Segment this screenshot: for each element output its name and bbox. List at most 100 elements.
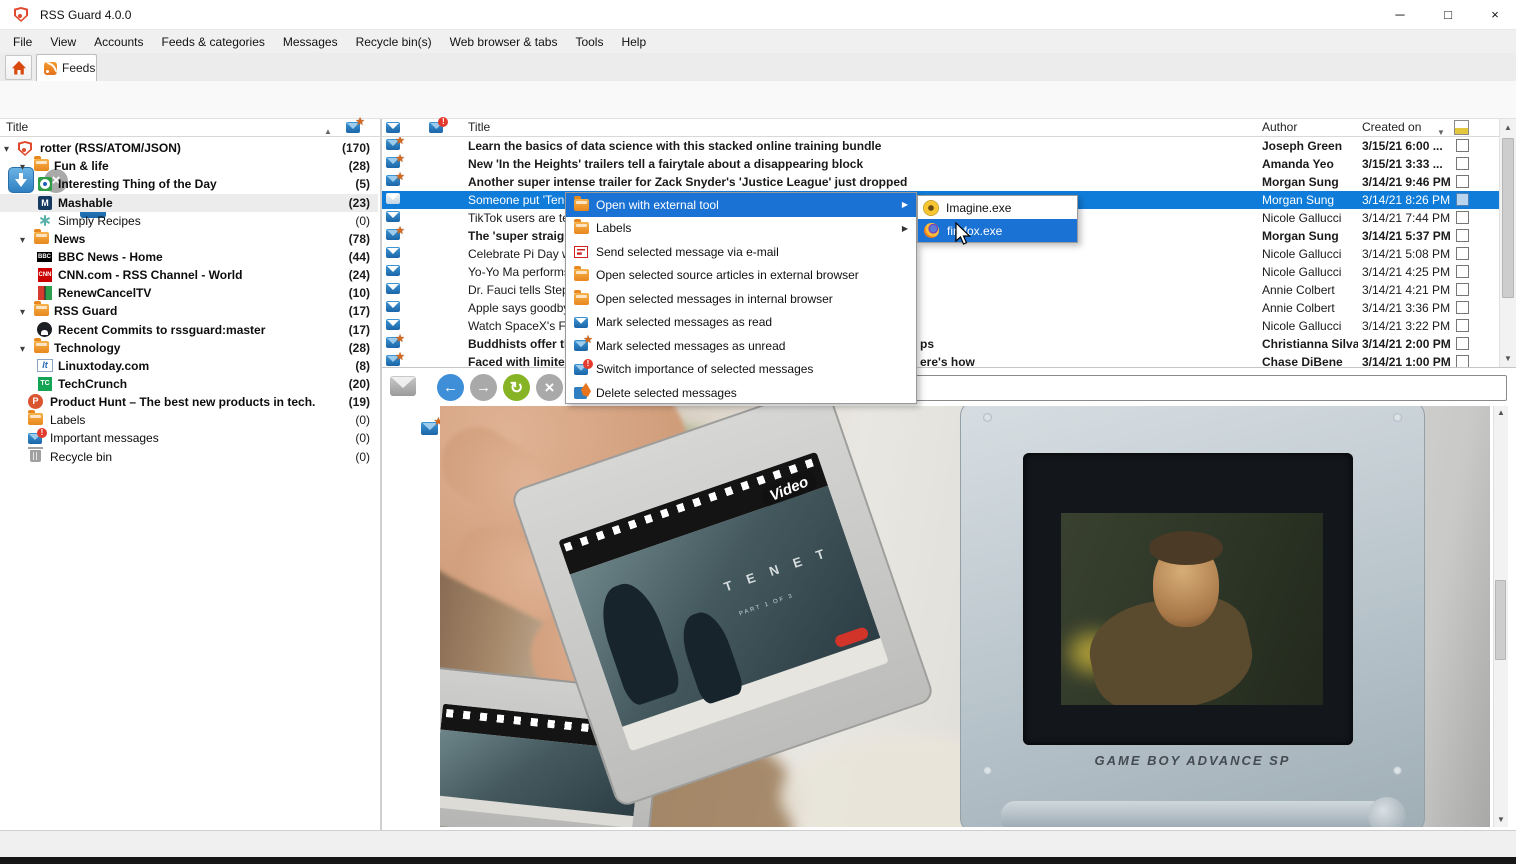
read-column-header-icon[interactable] bbox=[386, 122, 400, 133]
feed-item-fun-life[interactable]: Fun & life (28) bbox=[0, 157, 378, 175]
message-row[interactable]: New 'In the Heights' trailers tell a fai… bbox=[382, 155, 1499, 173]
label-color-cell[interactable] bbox=[1456, 355, 1469, 367]
read-envelope-icon bbox=[386, 193, 400, 204]
feed-item-interesting-thing[interactable]: Interesting Thing of the Day (5) bbox=[0, 175, 378, 193]
expand-arrow[interactable] bbox=[20, 157, 25, 177]
importance-column-header-icon[interactable] bbox=[429, 122, 443, 133]
label-color-cell[interactable] bbox=[1456, 337, 1469, 350]
scrollbar-thumb[interactable] bbox=[1495, 580, 1506, 660]
submenu-item-firefox[interactable]: firefox.exe bbox=[918, 219, 1077, 242]
feed-item-important-messages[interactable]: Important messages (0) bbox=[0, 429, 378, 447]
menu-messages[interactable]: Messages bbox=[274, 35, 347, 49]
message-list-scrollbar[interactable]: ▲ ▼ bbox=[1499, 119, 1516, 367]
menu-item-open-external-browser[interactable]: Open selected source articles in externa… bbox=[566, 264, 916, 288]
expand-arrow[interactable] bbox=[20, 302, 25, 322]
unread-star-icon bbox=[386, 229, 400, 240]
message-row[interactable]: Faced with limite ere's how Chase DiBene… bbox=[382, 353, 1499, 367]
scroll-down-arrow[interactable]: ▼ bbox=[1500, 350, 1516, 367]
menu-feeds-categories[interactable]: Feeds & categories bbox=[153, 35, 274, 49]
label-color-cell[interactable] bbox=[1456, 229, 1469, 242]
expand-arrow[interactable] bbox=[4, 139, 9, 159]
message-row[interactable]: Celebrate Pi Day wit Nicole Gallucci 3/1… bbox=[382, 245, 1499, 263]
menu-tools[interactable]: Tools bbox=[566, 35, 612, 49]
art-movie-frame bbox=[1061, 513, 1323, 705]
feed-item-simply-recipes[interactable]: Simply Recipes (0) bbox=[0, 212, 378, 230]
message-row[interactable]: Apple says goodbye Annie Colbert 3/14/21… bbox=[382, 299, 1499, 317]
feed-header-unread-icon[interactable] bbox=[346, 122, 360, 133]
feed-item-bbc-news[interactable]: BBC News - Home (44) bbox=[0, 248, 378, 266]
close-button[interactable]: × bbox=[1478, 4, 1512, 26]
tab-feeds[interactable]: Feeds bbox=[36, 54, 97, 81]
feed-item-technology-folder[interactable]: Technology (28) bbox=[0, 339, 378, 357]
feed-item-recent-commits[interactable]: Recent Commits to rssguard:master (17) bbox=[0, 321, 378, 339]
label-color-cell[interactable] bbox=[1456, 193, 1469, 206]
scrollbar-thumb[interactable] bbox=[1502, 138, 1514, 298]
label-color-cell[interactable] bbox=[1456, 175, 1469, 188]
label-color-cell[interactable] bbox=[1456, 283, 1469, 296]
browser-forward-button[interactable] bbox=[470, 374, 497, 401]
preview-scrollbar[interactable]: ▲ ▼ bbox=[1493, 406, 1508, 827]
expand-arrow[interactable] bbox=[20, 230, 25, 250]
label-color-cell[interactable] bbox=[1456, 265, 1469, 278]
menu-recycle-bins[interactable]: Recycle bin(s) bbox=[347, 35, 441, 49]
feed-item-renewcanceltv[interactable]: RenewCancelTV (10) bbox=[0, 284, 378, 302]
feed-item-labels[interactable]: Labels (0) bbox=[0, 411, 378, 429]
browser-back-button[interactable] bbox=[437, 374, 464, 401]
menu-web-browser-tabs[interactable]: Web browser & tabs bbox=[441, 35, 567, 49]
message-row[interactable]: Learn the basics of data science with th… bbox=[382, 137, 1499, 155]
home-tab-button[interactable] bbox=[5, 55, 32, 80]
rssguard-account-icon bbox=[18, 141, 32, 156]
feed-item-recycle-bin[interactable]: Recycle bin (0) bbox=[0, 448, 378, 466]
label-color-cell[interactable] bbox=[1456, 139, 1469, 152]
menu-item-mark-read[interactable]: Mark selected messages as read bbox=[566, 311, 916, 335]
submenu-item-imagine[interactable]: Imagine.exe bbox=[918, 196, 1077, 219]
author-column-header[interactable]: Author bbox=[1262, 120, 1297, 134]
label-color-cell[interactable] bbox=[1456, 211, 1469, 224]
message-list-header[interactable]: Title Author Created on bbox=[382, 119, 1499, 137]
feed-item-techcrunch[interactable]: TechCrunch (20) bbox=[0, 375, 378, 393]
scroll-down-arrow[interactable]: ▼ bbox=[1494, 813, 1508, 827]
feed-item-news[interactable]: News (78) bbox=[0, 230, 378, 248]
art-figure bbox=[592, 576, 684, 708]
menu-item-labels[interactable]: Labels bbox=[566, 217, 916, 241]
menu-file[interactable]: File bbox=[4, 35, 41, 49]
menu-accounts[interactable]: Accounts bbox=[85, 35, 152, 49]
feed-item-linuxtoday[interactable]: Linuxtoday.com (8) bbox=[0, 357, 378, 375]
title-column-header[interactable]: Title bbox=[468, 120, 490, 134]
menu-item-delete[interactable]: Delete selected messages bbox=[566, 381, 916, 405]
browser-stop-button[interactable] bbox=[536, 374, 563, 401]
browser-reload-button[interactable] bbox=[503, 374, 530, 401]
preview-star-button[interactable] bbox=[421, 422, 438, 435]
menu-item-send-email[interactable]: Send selected message via e-mail bbox=[566, 240, 916, 264]
label-color-column-header[interactable] bbox=[1454, 120, 1469, 135]
menu-item-open-external-tool[interactable]: Open with external tool bbox=[566, 193, 916, 217]
message-row[interactable]: Yo-Yo Ma performs s Nicole Gallucci 3/14… bbox=[382, 263, 1499, 281]
minimize-button[interactable]: ─ bbox=[1383, 4, 1417, 26]
message-row[interactable]: Buddhists offer th ps Christianna Silva … bbox=[382, 335, 1499, 353]
scroll-up-arrow[interactable]: ▲ bbox=[1500, 119, 1516, 136]
feed-item-rotter[interactable]: rotter (RSS/ATOM/JSON) (170) bbox=[0, 139, 378, 157]
label-color-cell[interactable] bbox=[1456, 157, 1469, 170]
created-column-header[interactable]: Created on bbox=[1362, 120, 1421, 134]
preview-mark-read-button[interactable] bbox=[390, 376, 416, 396]
menu-help[interactable]: Help bbox=[612, 35, 655, 49]
feed-item-cnn[interactable]: CNN.com - RSS Channel - World (24) bbox=[0, 266, 378, 284]
message-row[interactable]: Another super intense trailer for Zack S… bbox=[382, 173, 1499, 191]
message-row[interactable]: Dr. Fauci tells Steph Annie Colbert 3/14… bbox=[382, 281, 1499, 299]
menu-item-mark-unread[interactable]: Mark selected messages as unread bbox=[566, 334, 916, 358]
label-color-cell[interactable] bbox=[1456, 319, 1469, 332]
menu-item-open-internal-browser[interactable]: Open selected messages in internal brows… bbox=[566, 287, 916, 311]
feed-item-rss-guard-folder[interactable]: RSS Guard (17) bbox=[0, 302, 378, 320]
scroll-up-arrow[interactable]: ▲ bbox=[1494, 406, 1508, 420]
feed-list-header[interactable]: Title bbox=[0, 119, 380, 137]
label-color-cell[interactable] bbox=[1456, 247, 1469, 260]
menu-item-switch-importance[interactable]: Switch importance of selected messages bbox=[566, 358, 916, 382]
label-color-cell[interactable] bbox=[1456, 301, 1469, 314]
maximize-button[interactable]: □ bbox=[1431, 4, 1465, 26]
message-row[interactable]: Watch SpaceX's Fal Nicole Gallucci 3/14/… bbox=[382, 317, 1499, 335]
feed-item-product-hunt[interactable]: Product Hunt – The best new products in … bbox=[0, 393, 378, 411]
expand-arrow[interactable] bbox=[20, 339, 25, 359]
feed-favicon bbox=[28, 394, 43, 409]
menu-view[interactable]: View bbox=[41, 35, 85, 49]
feed-item-mashable[interactable]: Mashable (23) bbox=[0, 194, 378, 212]
